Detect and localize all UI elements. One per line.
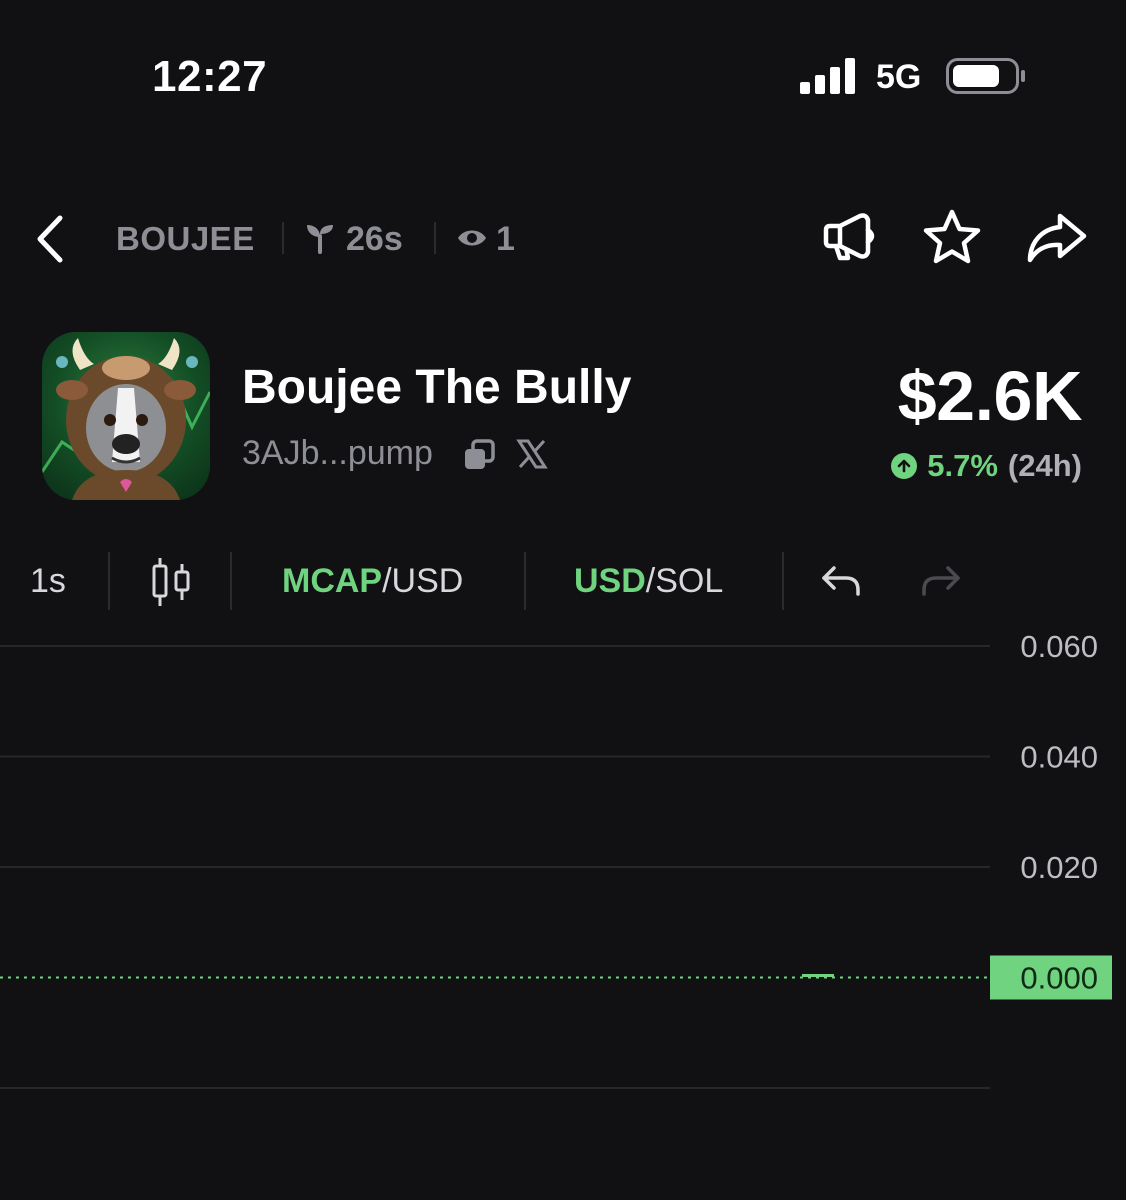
divider: [230, 552, 232, 610]
toggle-inactive-label: /USD: [382, 562, 464, 600]
share-icon[interactable]: [1024, 206, 1088, 270]
y-tick-label: 0.040: [1020, 740, 1098, 775]
usd-sol-toggle[interactable]: USD/SOL: [574, 562, 723, 601]
divider: [782, 552, 784, 610]
toggle-active-label: MCAP: [282, 562, 383, 600]
up-arrow-icon: [891, 453, 918, 479]
divider: [108, 552, 110, 610]
sprout-icon: [307, 225, 333, 254]
back-icon[interactable]: [32, 212, 72, 266]
battery-icon: [946, 58, 1025, 94]
change-period: (24h): [1007, 448, 1082, 483]
toggle-inactive-label: /SOL: [645, 562, 724, 600]
price-chart[interactable]: 0.060 0.040 0.020 0.000: [0, 620, 1126, 1200]
candlestick-icon[interactable]: [150, 556, 194, 608]
divider: [434, 222, 436, 254]
token-avatar: [42, 332, 210, 500]
signal-icon: [800, 58, 855, 94]
price-change: 5.7% (24h): [891, 448, 1082, 484]
interval-selector[interactable]: 1s: [30, 562, 66, 601]
y-tick-label: 0.020: [1020, 850, 1098, 885]
toggle-active-label: USD: [574, 562, 646, 600]
x-logo-icon[interactable]: [516, 438, 548, 470]
token-ticker: BOUJEE: [116, 220, 255, 257]
token-age: 26s: [346, 220, 403, 258]
undo-icon[interactable]: [820, 562, 862, 598]
megaphone-icon[interactable]: [816, 206, 880, 270]
current-value-label: 0.000: [1020, 961, 1098, 996]
market-cap-value: $2.6K: [897, 357, 1083, 435]
y-tick-label: 0.060: [1020, 629, 1098, 664]
token-name: Boujee The Bully: [242, 361, 632, 414]
network-type: 5G: [876, 58, 922, 96]
divider: [524, 552, 526, 610]
view-count: 1: [496, 220, 515, 258]
eye-icon: [458, 230, 486, 246]
token-address[interactable]: 3AJb...pump: [242, 434, 433, 473]
copy-icon[interactable]: [462, 438, 496, 472]
divider: [282, 222, 284, 254]
mcap-usd-toggle[interactable]: MCAP/USD: [282, 562, 463, 601]
redo-icon[interactable]: [920, 562, 962, 598]
status-time: 12:27: [152, 52, 268, 101]
change-percent: 5.7%: [927, 448, 998, 483]
star-icon[interactable]: [920, 206, 984, 270]
